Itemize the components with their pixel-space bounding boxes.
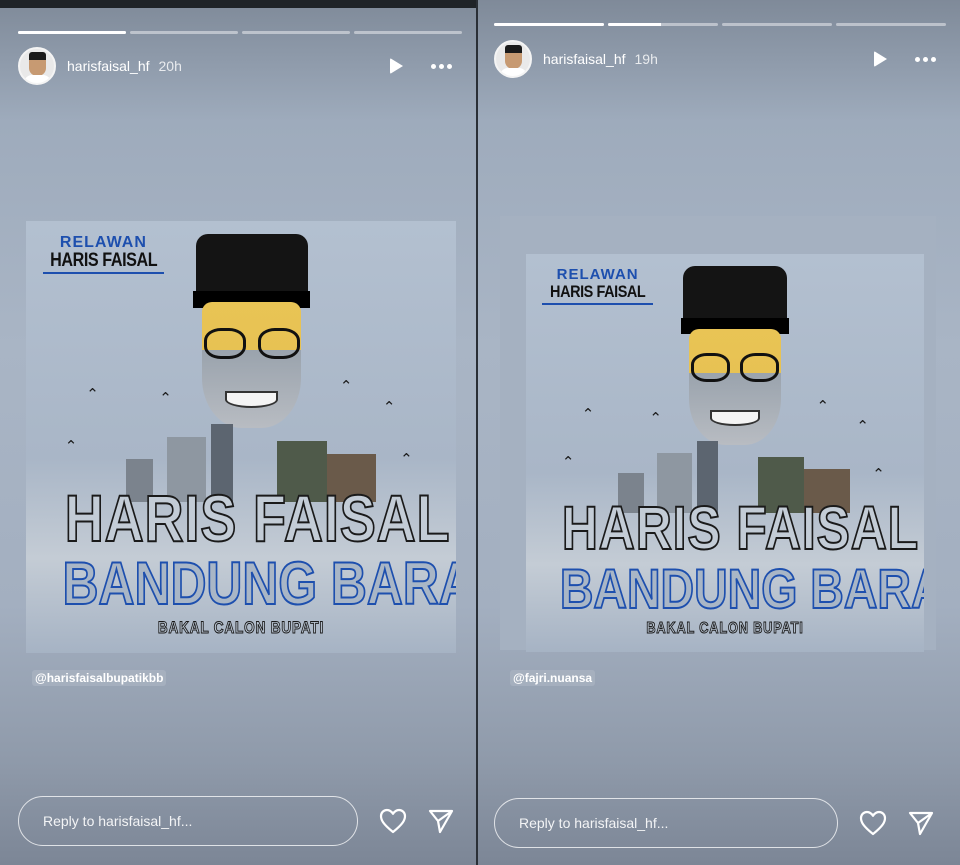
post-time: 19h xyxy=(634,51,658,67)
progress-segment xyxy=(354,31,462,34)
story-panel-right[interactable]: harisfaisal_hf 19h RELAWAN HARIS FAISAL … xyxy=(478,0,960,865)
progress-segment xyxy=(18,31,126,34)
more-options-icon[interactable] xyxy=(915,56,936,62)
play-icon[interactable] xyxy=(874,51,887,67)
headline-subtitle: BAKAL CALON BUPATI xyxy=(646,620,804,638)
mention-tag[interactable]: @fajri.nuansa xyxy=(510,670,596,686)
play-icon[interactable] xyxy=(390,58,403,74)
username[interactable]: harisfaisal_hf xyxy=(543,51,626,67)
headline-region: BANDUNG BARAT xyxy=(559,556,924,621)
bird-icon: ⌃ xyxy=(561,454,575,471)
reply-input[interactable]: Reply to harisfaisal_hf... xyxy=(494,798,838,848)
bird-icon: ⌃ xyxy=(159,390,172,408)
progress-segment xyxy=(608,23,718,26)
bird-icon: ⌃ xyxy=(856,418,869,436)
campaign-poster: RELAWAN HARIS FAISAL ⌃ ⌃ ⌃ ⌃ ⌃ ⌃ HARIS F… xyxy=(526,254,924,652)
mention-tag[interactable]: @harisfaisalbupatikbb xyxy=(32,670,167,686)
reply-bar: Reply to harisfaisal_hf... xyxy=(18,796,456,846)
headline-name: HARIS FAISAL xyxy=(561,493,920,563)
avatar[interactable] xyxy=(18,47,56,85)
story-panel-left[interactable]: harisfaisal_hf 20h RELAWAN HARIS FAISAL … xyxy=(0,0,476,865)
story-header: harisfaisal_hf 20h xyxy=(18,47,462,85)
headline-subtitle: BAKAL CALON BUPATI xyxy=(157,618,325,638)
bird-icon: ⌃ xyxy=(400,450,413,468)
relawan-label: RELAWAN xyxy=(556,265,639,283)
story-header: harisfaisal_hf 19h xyxy=(494,40,946,78)
heart-icon[interactable] xyxy=(858,808,888,838)
send-icon[interactable] xyxy=(426,806,456,836)
relawan-name: HARIS FAISAL xyxy=(49,249,157,271)
bird-icon: ⌃ xyxy=(86,386,99,404)
post-time: 20h xyxy=(158,58,182,74)
relawan-logo: RELAWAN HARIS FAISAL xyxy=(37,234,170,274)
reply-input[interactable]: Reply to harisfaisal_hf... xyxy=(18,796,358,846)
bird-icon: ⌃ xyxy=(581,406,595,424)
more-options-icon[interactable] xyxy=(431,63,452,69)
heart-icon[interactable] xyxy=(378,806,408,836)
avatar[interactable] xyxy=(494,40,532,78)
username[interactable]: harisfaisal_hf xyxy=(67,58,150,74)
campaign-poster: RELAWAN HARIS FAISAL ⌃ ⌃ ⌃ ⌃ ⌃ ⌃ HARIS F… xyxy=(26,221,456,653)
story-progress-bar xyxy=(18,31,462,34)
top-strip xyxy=(0,0,476,8)
bird-icon: ⌃ xyxy=(816,398,830,416)
bird-icon: ⌃ xyxy=(382,399,396,417)
send-icon[interactable] xyxy=(906,808,936,838)
headline-name: HARIS FAISAL xyxy=(64,480,451,556)
relawan-logo: RELAWAN HARIS FAISAL xyxy=(536,266,659,305)
relawan-name: HARIS FAISAL xyxy=(549,281,646,301)
bird-icon: ⌃ xyxy=(339,377,353,395)
headline-region: BANDUNG BARAT xyxy=(62,549,456,618)
progress-segment xyxy=(242,31,350,34)
story-progress-bar xyxy=(494,23,946,26)
reply-bar: Reply to harisfaisal_hf... xyxy=(494,798,936,848)
progress-segment xyxy=(494,23,604,26)
bird-icon: ⌃ xyxy=(872,465,885,483)
bird-icon: ⌃ xyxy=(64,438,78,455)
bird-icon: ⌃ xyxy=(649,410,662,428)
progress-segment xyxy=(722,23,832,26)
progress-segment xyxy=(836,23,946,26)
progress-segment xyxy=(130,31,238,34)
